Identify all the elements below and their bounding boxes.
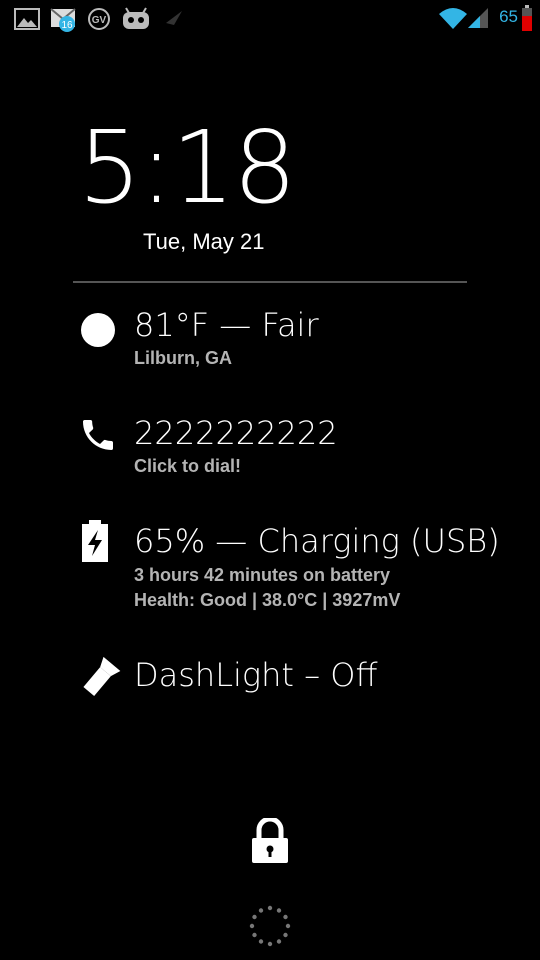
weather-title: 81°F — Fair — [134, 306, 319, 344]
divider — [73, 281, 467, 283]
battery-title: 65% — Charging (USB) — [134, 522, 500, 560]
weather-location: Lilburn, GA — [134, 348, 232, 368]
status-bar[interactable]: 16 GV 65 — [0, 0, 540, 36]
battery-icon — [522, 5, 532, 31]
battery-charging-icon — [82, 520, 108, 562]
dashlight-title: DashLight – Off — [134, 656, 378, 694]
wifi-icon — [439, 8, 467, 29]
clock-time: 5:18 — [78, 109, 297, 226]
battery-time: 3 hours 42 minutes on battery — [134, 565, 391, 585]
phone-hint: Click to dial! — [134, 456, 242, 476]
spinner-icon — [249, 905, 291, 947]
send-icon — [166, 11, 182, 25]
clock-date: Tue, May 21 — [143, 229, 265, 254]
google-voice-label: GV — [92, 15, 107, 26]
padlock-icon[interactable] — [251, 818, 289, 864]
gmail-badge: 16 — [61, 20, 73, 31]
signal-icon — [468, 8, 488, 28]
battery-percent: 65 — [499, 7, 518, 26]
gmail-icon: 16 — [50, 8, 76, 32]
sun-icon — [81, 313, 115, 347]
flashlight-icon — [83, 656, 121, 697]
phone-number: 2222222222 — [134, 414, 338, 452]
google-voice-icon: GV — [88, 8, 110, 30]
battery-health: Health: Good | 38.0°C | 3927mV — [134, 590, 401, 610]
phone-icon — [83, 420, 113, 450]
cyanogenmod-icon — [123, 7, 149, 29]
gallery-icon — [14, 8, 40, 30]
